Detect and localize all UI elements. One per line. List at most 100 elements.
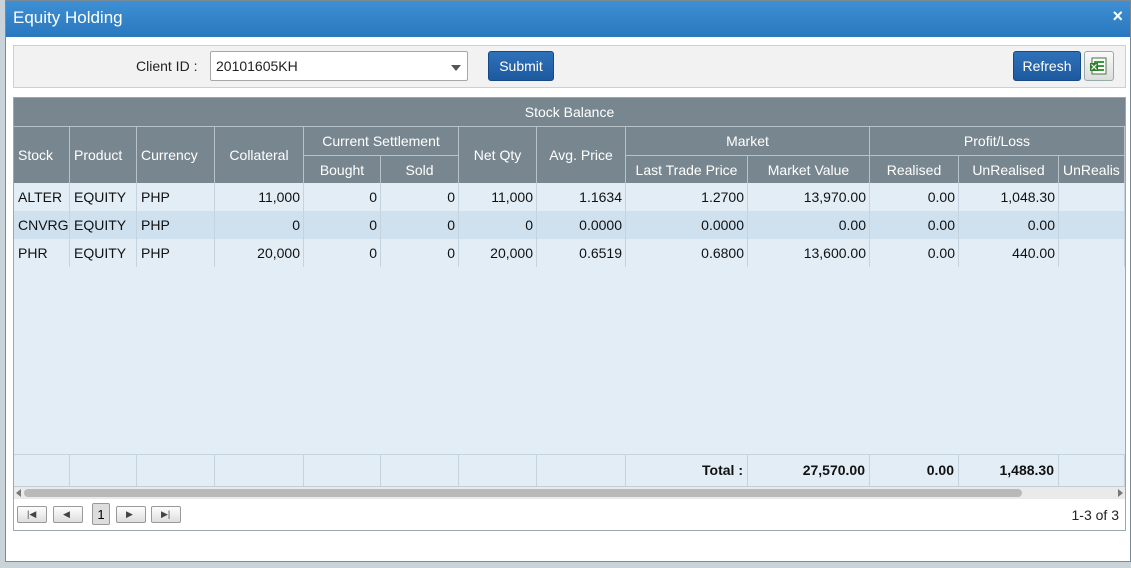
cell-unrealised-pct	[1059, 239, 1125, 267]
filter-toolbar: Client ID : 20101605KH Submit Refresh	[13, 45, 1126, 88]
close-icon[interactable]: ×	[1112, 6, 1123, 27]
col-header-collateral[interactable]: Collateral	[215, 126, 304, 183]
cell-realised: 0.00	[870, 211, 959, 239]
totals-row: Total : 27,570.00 0.00 1,488.30	[14, 454, 1125, 487]
cell-sold: 0	[381, 239, 459, 267]
cell-net-qty: 20,000	[459, 239, 537, 267]
col-header-avg-price[interactable]: Avg. Price	[537, 126, 626, 183]
cell-unrealised: 0.00	[959, 211, 1059, 239]
col-header-product[interactable]: Product	[70, 126, 137, 183]
chevron-down-icon	[451, 65, 461, 71]
horizontal-scrollbar[interactable]	[14, 486, 1125, 499]
cell-net-qty: 0	[459, 211, 537, 239]
total-empty-cell	[14, 455, 70, 487]
client-id-select[interactable]: 20101605KH	[210, 51, 468, 81]
first-page-button[interactable]: |◀	[17, 506, 47, 523]
cell-last-trade-price: 0.0000	[626, 211, 748, 239]
col-header-stock[interactable]: Stock	[14, 126, 70, 183]
total-empty-cell	[459, 455, 537, 487]
table-row[interactable]: CNVRG EQUITY PHP 0 0 0 0 0.0000 0.0000 0…	[14, 211, 1125, 239]
next-page-icon: ▶	[126, 509, 133, 519]
total-realised: 0.00	[870, 455, 959, 487]
cell-realised: 0.00	[870, 183, 959, 211]
cell-currency: PHP	[137, 211, 215, 239]
last-page-icon: ▶|	[161, 509, 171, 519]
prev-page-icon: ◀	[63, 509, 70, 519]
col-header-currency[interactable]: Currency	[137, 126, 215, 183]
cell-stock: ALTER	[14, 183, 70, 211]
dialog-title: Equity Holding	[13, 8, 123, 27]
total-empty-cell	[1059, 455, 1125, 487]
excel-export-button[interactable]	[1084, 51, 1114, 81]
current-page[interactable]: 1	[92, 503, 110, 525]
excel-export-icon	[1090, 57, 1107, 75]
records-info: 1-3 of 3	[1071, 507, 1119, 523]
table-row[interactable]: ALTER EQUITY PHP 11,000 0 0 11,000 1.163…	[14, 183, 1125, 211]
col-header-net-qty[interactable]: Net Qty	[459, 126, 537, 183]
col-header-realised[interactable]: Realised	[870, 155, 959, 183]
total-empty-cell	[137, 455, 215, 487]
cell-unrealised: 1,048.30	[959, 183, 1059, 211]
total-empty-cell	[381, 455, 459, 487]
cell-unrealised-pct	[1059, 183, 1125, 211]
col-header-unrealised[interactable]: UnRealised	[959, 155, 1059, 183]
total-label: Total :	[626, 455, 748, 487]
client-id-label: Client ID :	[136, 58, 198, 74]
submit-button[interactable]: Submit	[488, 51, 554, 81]
total-empty-cell	[537, 455, 626, 487]
cell-sold: 0	[381, 183, 459, 211]
dialog-titlebar: Equity Holding ×	[6, 1, 1130, 37]
cell-stock: CNVRG	[14, 211, 70, 239]
cell-market-value: 0.00	[748, 211, 870, 239]
cell-avg-price: 0.6519	[537, 239, 626, 267]
col-header-unrealised-pct[interactable]: UnRealis	[1059, 155, 1125, 183]
cell-avg-price: 0.0000	[537, 211, 626, 239]
cell-collateral: 11,000	[215, 183, 304, 211]
group-header-current-settlement: Current Settlement	[304, 126, 459, 155]
col-header-sold[interactable]: Sold	[381, 155, 459, 183]
pager: |◀ ◀ 1 ▶ ▶| 1-3 of 3	[14, 499, 1125, 530]
next-page-button[interactable]: ▶	[116, 506, 146, 523]
total-empty-cell	[304, 455, 381, 487]
cell-product: EQUITY	[70, 183, 137, 211]
refresh-button[interactable]: Refresh	[1013, 51, 1081, 81]
cell-bought: 0	[304, 211, 381, 239]
cell-sold: 0	[381, 211, 459, 239]
grid-caption: Stock Balance	[14, 98, 1125, 126]
scroll-right-icon[interactable]	[1118, 489, 1123, 497]
cell-collateral: 0	[215, 211, 304, 239]
cell-market-value: 13,970.00	[748, 183, 870, 211]
cell-unrealised-pct	[1059, 211, 1125, 239]
total-market-value: 27,570.00	[748, 455, 870, 487]
client-id-value: 20101605KH	[216, 58, 298, 74]
group-header-market: Market	[626, 126, 870, 155]
cell-last-trade-price: 0.6800	[626, 239, 748, 267]
last-page-button[interactable]: ▶|	[151, 506, 181, 523]
group-header-profit-loss: Profit/Loss	[870, 126, 1125, 155]
cell-last-trade-price: 1.2700	[626, 183, 748, 211]
scroll-left-icon[interactable]	[16, 489, 21, 497]
prev-page-button[interactable]: ◀	[53, 506, 83, 523]
total-empty-cell	[215, 455, 304, 487]
cell-collateral: 20,000	[215, 239, 304, 267]
cell-net-qty: 11,000	[459, 183, 537, 211]
col-header-last-trade-price[interactable]: Last Trade Price	[626, 155, 748, 183]
total-empty-cell	[70, 455, 137, 487]
equity-holding-dialog: Equity Holding × Client ID : 20101605KH …	[5, 0, 1131, 562]
cell-currency: PHP	[137, 239, 215, 267]
cell-realised: 0.00	[870, 239, 959, 267]
stock-balance-grid: Stock Balance Stock Product Currency Col…	[13, 97, 1126, 531]
col-header-market-value[interactable]: Market Value	[748, 155, 870, 183]
col-header-bought[interactable]: Bought	[304, 155, 381, 183]
cell-market-value: 13,600.00	[748, 239, 870, 267]
cell-currency: PHP	[137, 183, 215, 211]
cell-stock: PHR	[14, 239, 70, 267]
cell-bought: 0	[304, 183, 381, 211]
first-page-icon: |◀	[27, 509, 37, 519]
cell-product: EQUITY	[70, 211, 137, 239]
cell-avg-price: 1.1634	[537, 183, 626, 211]
table-row[interactable]: PHR EQUITY PHP 20,000 0 0 20,000 0.6519 …	[14, 239, 1125, 267]
scrollbar-thumb[interactable]	[24, 489, 1022, 497]
total-unrealised: 1,488.30	[959, 455, 1059, 487]
cell-unrealised: 440.00	[959, 239, 1059, 267]
